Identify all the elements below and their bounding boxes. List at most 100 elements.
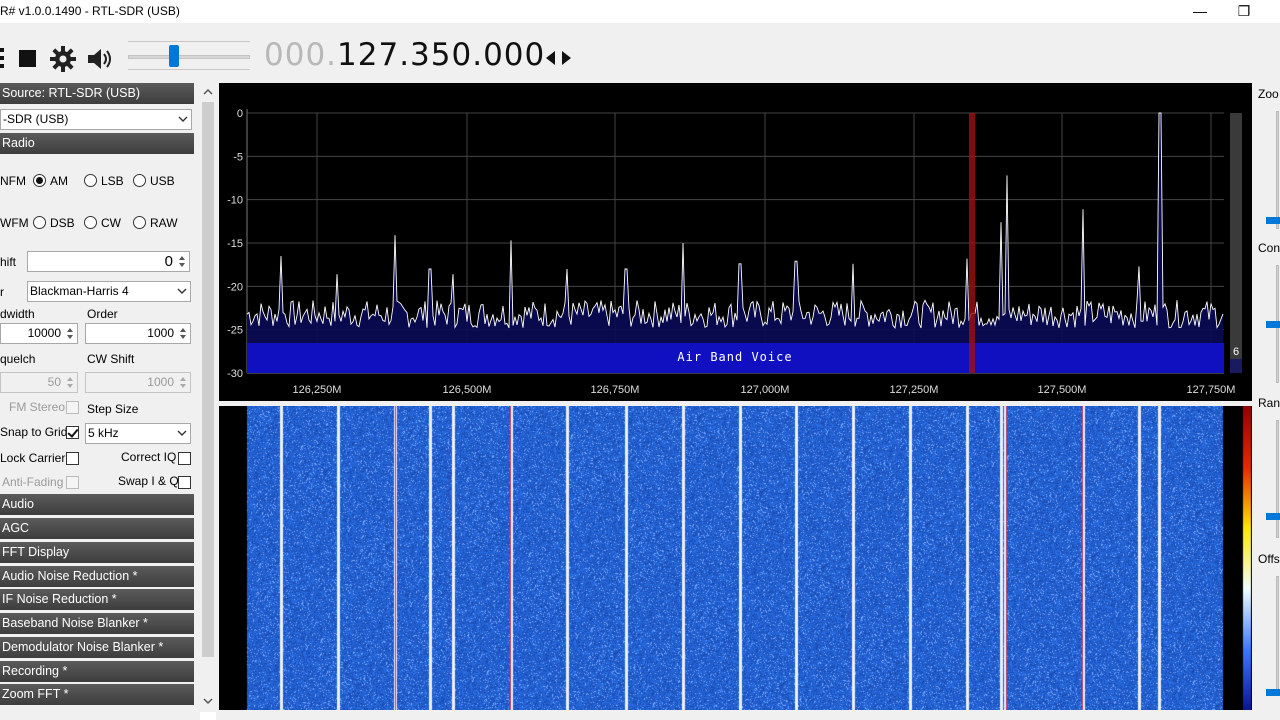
scroll-up-icon[interactable] xyxy=(203,88,213,95)
snap-to-grid-checkbox[interactable] xyxy=(66,426,79,439)
mode-raw-label[interactable]: RAW xyxy=(150,216,178,230)
chevron-down-icon xyxy=(177,288,187,294)
spectrum-analyzer[interactable]: 0 -5 -10 -15 -20 -25 -30 126,250M 126,500M 126,75… xyxy=(219,83,1252,401)
left-panel: Source: RTL-SDR (USB) -SDR (USB) Radio N… xyxy=(0,83,200,720)
x-tick-label: 127,000M xyxy=(741,384,790,396)
order-label: Order xyxy=(87,307,118,321)
order-input[interactable]: 1000 xyxy=(85,323,191,344)
squelch-label: quelch xyxy=(0,352,36,366)
mode-lsb-radio[interactable] xyxy=(84,174,97,187)
mode-usb-radio[interactable] xyxy=(133,174,146,187)
bandwidth-input[interactable]: 10000 xyxy=(0,323,78,344)
frequency-display[interactable]: 000.127.350.000 xyxy=(264,37,545,73)
spin-arrows-icon[interactable] xyxy=(64,374,76,391)
source-section-header[interactable]: Source: RTL-SDR (USB) xyxy=(0,83,194,104)
mode-lsb-label[interactable]: LSB xyxy=(101,174,124,188)
mode-nfm-label[interactable]: NFM xyxy=(0,174,26,188)
range-slider[interactable] xyxy=(1276,420,1279,538)
y-tick-label: -15 xyxy=(227,238,243,250)
fft-display-section-header[interactable]: FFT Display xyxy=(0,542,194,563)
agc-section-header[interactable]: AGC xyxy=(0,518,194,539)
offset-slider[interactable] xyxy=(1276,576,1279,696)
mode-am-radio[interactable] xyxy=(33,174,46,187)
right-panel: Zoo Cont Ran Offs xyxy=(1254,83,1280,720)
audio-noise-reduction-section-header[interactable]: Audio Noise Reduction * xyxy=(0,566,194,587)
recording-section-header[interactable]: Recording * xyxy=(0,661,194,682)
squelch-input[interactable]: 50 xyxy=(0,372,78,393)
spin-arrows-icon[interactable] xyxy=(177,325,189,342)
frequency-digits[interactable]: 127.350.000 xyxy=(337,37,545,73)
speaker-icon[interactable] xyxy=(86,47,114,71)
mode-wfm-label[interactable]: WFM xyxy=(0,216,29,230)
mode-raw-radio[interactable] xyxy=(133,216,146,229)
zoom-fft-section-header[interactable]: Zoom FFT * xyxy=(0,684,194,705)
cw-shift-input[interactable]: 1000 xyxy=(85,372,191,393)
window-title: R# v1.0.0.1490 - RTL-SDR (USB) xyxy=(0,4,180,18)
demodulator-noise-blanker-section-header[interactable]: Demodulator Noise Blanker * xyxy=(0,637,194,658)
waterfall-display[interactable] xyxy=(219,406,1252,710)
spin-arrows-icon[interactable] xyxy=(176,253,188,270)
if-noise-reduction-section-header[interactable]: IF Noise Reduction * xyxy=(0,589,194,610)
scrollbar-thumb[interactable] xyxy=(202,102,214,657)
mode-am-label[interactable]: AM xyxy=(50,174,68,188)
baseband-noise-blanker-section-header[interactable]: Baseband Noise Blanker * xyxy=(0,613,194,634)
mode-cw-radio[interactable] xyxy=(84,216,97,229)
step-size-combo[interactable]: 5 kHz xyxy=(85,423,191,444)
toolbar: 000.127.350.000 xyxy=(0,23,1280,83)
step-size-label: Step Size xyxy=(87,402,139,416)
filter-label: r xyxy=(0,285,4,299)
sdr-app: R# v1.0.0.1490 - RTL-SDR (USB) — ❐ 000.1… xyxy=(0,0,1280,720)
frequency-dim-digits[interactable]: 000. xyxy=(264,37,337,73)
anti-fading-checkbox[interactable] xyxy=(66,476,79,489)
waterfall-canvas[interactable] xyxy=(219,406,1252,710)
filter-combo[interactable]: Blackman-Harris 4 xyxy=(27,281,191,302)
volume-slider-thumb[interactable] xyxy=(169,45,180,67)
minimize-button[interactable]: — xyxy=(1177,0,1223,23)
band-plan-label: Air Band Voice xyxy=(677,350,792,364)
cw-shift-label: CW Shift xyxy=(87,352,135,366)
scroll-down-icon[interactable] xyxy=(203,698,213,705)
fm-stereo-checkbox[interactable] xyxy=(66,401,79,414)
spin-arrows-icon[interactable] xyxy=(64,325,76,342)
stop-icon[interactable] xyxy=(18,49,38,69)
swap-iq-checkbox[interactable] xyxy=(178,476,191,489)
gear-icon[interactable] xyxy=(50,46,76,72)
level-bar-fill xyxy=(1230,359,1242,373)
mode-dsb-radio[interactable] xyxy=(33,216,46,229)
volume-slider[interactable] xyxy=(128,55,250,59)
mode-usb-label[interactable]: USB xyxy=(150,174,175,188)
snap-to-grid-label: Snap to Grid xyxy=(0,425,68,439)
range-slider-thumb[interactable] xyxy=(1266,513,1280,520)
zoom-slider[interactable] xyxy=(1276,111,1279,229)
maximize-button[interactable]: ❐ xyxy=(1221,0,1267,23)
order-value: 1000 xyxy=(147,326,174,340)
fm-stereo-label: FM Stereo xyxy=(9,400,66,414)
correct-iq-label: Correct IQ xyxy=(121,450,177,464)
audio-section-header[interactable]: Audio xyxy=(0,494,194,515)
bandwidth-label: dwidth xyxy=(0,307,35,321)
offset-slider-thumb[interactable] xyxy=(1266,689,1280,696)
step-size-value: 5 kHz xyxy=(88,426,119,440)
menu-icon[interactable] xyxy=(0,48,6,68)
x-tick-label: 126,500M xyxy=(443,384,492,396)
swap-iq-label: Swap I & Q xyxy=(118,474,179,488)
lock-carrier-checkbox[interactable] xyxy=(66,452,79,465)
contrast-slider-thumb[interactable] xyxy=(1266,321,1280,328)
correct-iq-checkbox[interactable] xyxy=(178,452,191,465)
spin-arrows-icon[interactable] xyxy=(177,374,189,391)
left-panel-scrollbar[interactable] xyxy=(200,83,216,712)
source-combo-value: -SDR (USB) xyxy=(3,112,69,126)
shift-input[interactable]: 0 xyxy=(27,251,190,272)
offset-label: Offs xyxy=(1258,552,1280,566)
x-tick-label: 127,250M xyxy=(890,384,939,396)
radio-section-header[interactable]: Radio xyxy=(0,133,194,154)
mode-dsb-label[interactable]: DSB xyxy=(50,216,75,230)
y-tick-label: -5 xyxy=(233,151,243,163)
tune-arrows-icon[interactable] xyxy=(545,49,573,67)
tuning-marker xyxy=(969,113,975,373)
mode-cw-label[interactable]: CW xyxy=(101,216,121,230)
anti-fading-label: Anti-Fading xyxy=(2,475,64,489)
spectrum-plot[interactable]: 0 -5 -10 -15 -20 -25 -30 126,250M 126,500M 126,75… xyxy=(219,83,1252,401)
zoom-slider-thumb[interactable] xyxy=(1266,217,1280,224)
source-combo[interactable]: -SDR (USB) xyxy=(0,109,192,130)
